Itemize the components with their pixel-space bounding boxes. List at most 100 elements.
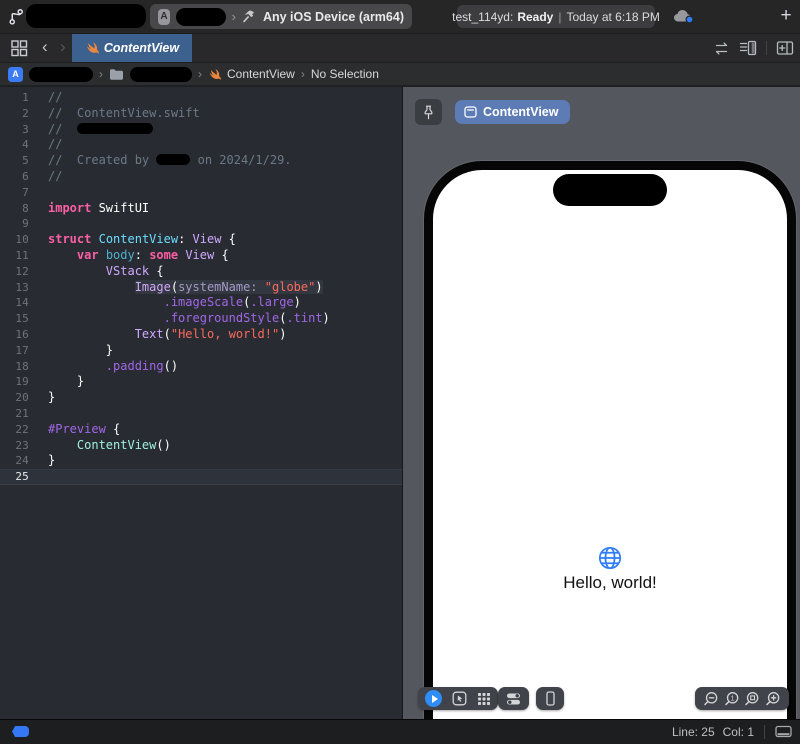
navigate-back-button[interactable]: ‹ — [42, 37, 48, 57]
line-number[interactable]: 14 — [0, 295, 38, 311]
code-line[interactable]: 6// — [0, 169, 402, 185]
iphone-screen[interactable] — [433, 170, 787, 719]
line-number[interactable]: 2 — [0, 106, 38, 122]
crumb-selection[interactable]: No Selection — [311, 67, 379, 81]
preview-tab-contentview[interactable]: ContentView — [455, 100, 571, 124]
redacted-text — [156, 154, 191, 166]
line-number[interactable]: 12 — [0, 264, 38, 280]
redacted-project-crumb — [29, 66, 93, 82]
line-number[interactable]: 13 — [0, 280, 38, 296]
code-line[interactable]: 13 Image(systemName: "globe") — [0, 279, 402, 296]
line-indicator: Line: 25 — [671, 724, 715, 739]
status-time: Today at 6:18 PM — [566, 9, 660, 24]
project-app-icon[interactable]: A — [8, 66, 23, 82]
chevron-right-icon: › — [300, 67, 305, 81]
code-line[interactable]: 11 var body: some View { — [0, 248, 402, 264]
code-line[interactable]: 4// — [0, 137, 402, 153]
navigate-forward-button[interactable]: › — [60, 37, 66, 57]
source-editor[interactable]: 1//2// ContentView.swift 3// 4//5// Creat… — [0, 87, 403, 719]
breadcrumb: A › › ContentView › No Selection — [0, 63, 800, 86]
line-number[interactable]: 15 — [0, 311, 38, 327]
code-line[interactable]: 15 .foregroundStyle(.tint) — [0, 311, 402, 327]
editor-controls — [713, 34, 794, 62]
redacted-project-name — [26, 4, 146, 28]
line-number[interactable]: 8 — [0, 201, 38, 217]
code-line[interactable]: 14 .imageScale(.large) — [0, 295, 402, 311]
chevron-right-icon: › — [198, 67, 202, 81]
code-line[interactable]: 18 .padding() — [0, 359, 402, 375]
line-number[interactable]: 5 — [0, 153, 38, 169]
related-items-icon[interactable] — [10, 39, 28, 57]
cloud-sync-icon[interactable] — [672, 7, 696, 25]
code-line[interactable]: 23 ContentView() — [0, 438, 402, 454]
scheme-selector[interactable]: A › Any iOS Device (arm64) — [150, 4, 412, 29]
zoom-out-icon[interactable] — [703, 691, 719, 707]
selectable-mode-icon[interactable] — [452, 691, 467, 706]
code-line[interactable]: 21 — [0, 406, 402, 422]
code-line[interactable]: 16 Text("Hello, world!") — [0, 327, 402, 343]
run-destination[interactable]: Any iOS Device (arm64) — [263, 10, 404, 24]
zoom-100-icon[interactable]: 1 — [724, 691, 740, 707]
code-line[interactable]: 25 — [0, 469, 402, 485]
line-number[interactable]: 17 — [0, 343, 38, 359]
cursor-position: Line: 25 Col: 1 — [672, 725, 754, 739]
code-line[interactable]: 20} — [0, 390, 402, 406]
tab-contentview[interactable]: ContentView — [72, 34, 192, 62]
line-number[interactable]: 6 — [0, 169, 38, 185]
code-line[interactable]: 12 VStack { — [0, 264, 402, 280]
code-line[interactable]: 17 } — [0, 343, 402, 359]
tab-bar: ‹ › ContentView — [0, 34, 800, 63]
code-line[interactable]: 1// — [0, 90, 402, 106]
code-line[interactable]: 10 struct ContentView: View { — [0, 232, 402, 248]
source-control-icon[interactable] — [8, 8, 25, 25]
preview-device-button[interactable] — [536, 687, 564, 710]
swap-editor-icon[interactable] — [713, 41, 730, 56]
code-line[interactable]: 5// Created by on 2024/1/29. — [0, 153, 402, 169]
line-number[interactable]: 16 — [0, 327, 38, 343]
editor-options-icon[interactable] — [739, 40, 757, 56]
status-bar-right: Line: 25 Col: 1 — [672, 719, 792, 744]
line-number[interactable]: 4 — [0, 137, 38, 153]
preview-canvas: ContentView Hello, world! 1 — [403, 87, 800, 719]
redacted-group-crumb — [130, 66, 192, 82]
line-number[interactable]: 18 — [0, 359, 38, 375]
line-number[interactable]: 3 — [0, 122, 38, 138]
preview-device-icon — [464, 106, 477, 118]
line-number[interactable]: 19 — [0, 374, 38, 390]
main-split: 1//2// ContentView.swift 3// 4//5// Creat… — [0, 87, 800, 719]
add-editor-icon[interactable] — [776, 40, 794, 56]
code-lines[interactable]: 1//2// ContentView.swift 3// 4//5// Creat… — [0, 90, 402, 485]
line-number[interactable]: 9 — [0, 216, 38, 232]
line-number[interactable]: 24 — [0, 453, 38, 469]
line-number[interactable]: 22 — [0, 422, 38, 438]
code-line[interactable]: 24} — [0, 453, 402, 469]
iphone-preview-device — [424, 161, 796, 719]
pin-preview-button[interactable] — [415, 99, 442, 125]
activity-status[interactable]: test_114yd: Ready | Today at 6:18 PM — [452, 5, 660, 28]
code-line[interactable]: 8 import SwiftUI — [0, 201, 402, 217]
code-line[interactable]: 3// — [0, 122, 402, 138]
line-number[interactable]: 25 — [0, 469, 38, 485]
redacted-text — [76, 122, 153, 134]
line-number[interactable]: 10 — [0, 232, 38, 248]
line-number[interactable]: 11 — [0, 248, 38, 264]
variants-mode-icon[interactable] — [477, 692, 491, 706]
line-number[interactable]: 23 — [0, 438, 38, 454]
code-line[interactable]: 19 } — [0, 374, 402, 390]
code-line[interactable]: 22 #Preview { — [0, 422, 402, 438]
code-line[interactable]: 7 — [0, 185, 402, 201]
line-number[interactable]: 1 — [0, 90, 38, 106]
display-icon[interactable] — [775, 725, 792, 739]
line-number[interactable]: 20 — [0, 390, 38, 406]
zoom-fit-icon[interactable] — [744, 691, 760, 707]
line-number[interactable]: 7 — [0, 185, 38, 201]
zoom-in-icon[interactable] — [765, 691, 781, 707]
code-line[interactable]: 2// ContentView.swift — [0, 106, 402, 122]
live-preview-button[interactable] — [425, 690, 442, 707]
line-number[interactable]: 21 — [0, 406, 38, 422]
add-button[interactable]: + — [774, 4, 798, 28]
code-line[interactable]: 9 — [0, 216, 402, 232]
breakpoint-tag-icon[interactable] — [12, 726, 29, 737]
crumb-file[interactable]: ContentView — [227, 67, 295, 81]
device-settings-button[interactable] — [498, 687, 529, 710]
